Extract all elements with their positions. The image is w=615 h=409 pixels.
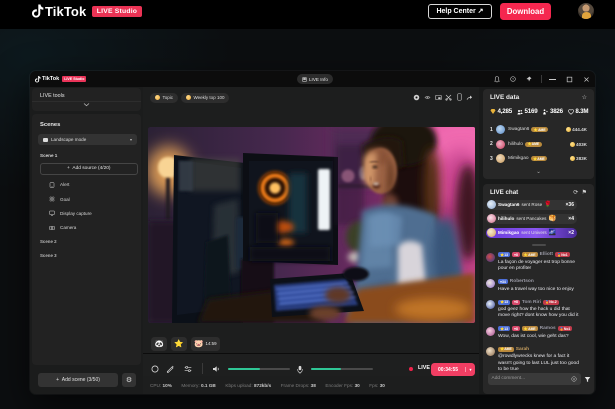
svg-text:?: ?	[512, 77, 514, 81]
